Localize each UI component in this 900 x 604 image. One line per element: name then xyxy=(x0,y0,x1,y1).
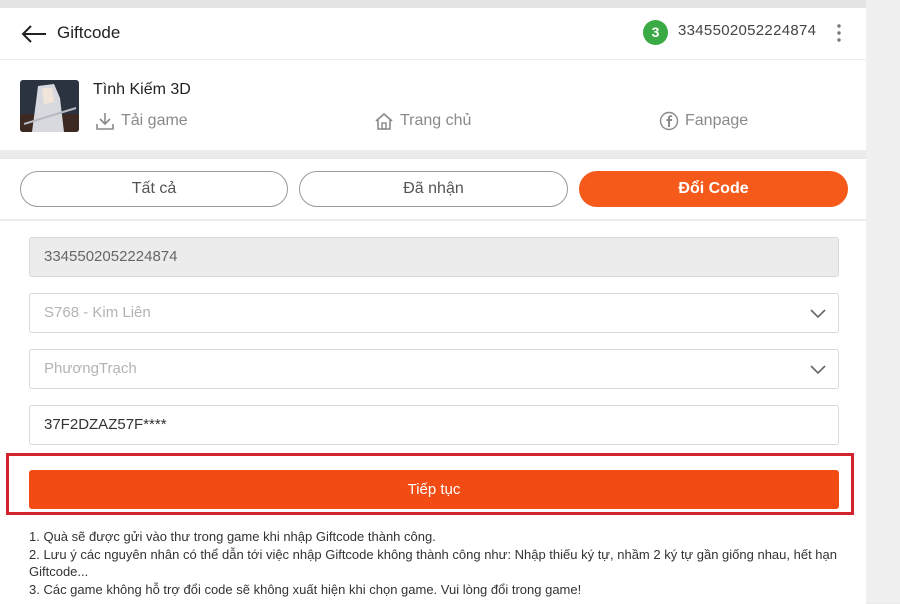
homepage-label: Trang chủ xyxy=(400,112,472,129)
game-info: Tình Kiếm 3D Tải game Trang chủ Fanpage xyxy=(0,60,866,150)
tab-all[interactable]: Tất cả xyxy=(20,171,288,207)
account-id-field: 3345502052224874 xyxy=(29,237,839,277)
download-game-link[interactable]: Tải game xyxy=(95,111,188,131)
back-arrow-icon[interactable] xyxy=(20,23,48,45)
homepage-link[interactable]: Trang chủ xyxy=(374,111,471,131)
tab-received[interactable]: Đã nhận xyxy=(299,171,568,207)
notification-badge[interactable]: 3 xyxy=(643,20,668,45)
home-icon xyxy=(375,112,393,130)
note-item: 2. Lưu ý các nguyên nhân có thể dẫn tới … xyxy=(29,546,837,580)
account-id: 3345502052224874 xyxy=(678,22,817,39)
fanpage-link[interactable]: Fanpage xyxy=(659,111,748,131)
top-strip xyxy=(0,0,900,8)
redeem-form: 3345502052224874 S768 - Kim Liên PhươngT… xyxy=(0,220,866,604)
server-select[interactable]: S768 - Kim Liên xyxy=(29,293,839,333)
page-title: Giftcode xyxy=(57,23,121,42)
chevron-down-icon xyxy=(810,365,826,375)
scroll-gutter xyxy=(866,0,900,603)
download-game-label: Tải game xyxy=(121,112,188,129)
giftcode-input[interactable]: 37F2DZAZ57F**** xyxy=(29,405,839,445)
continue-button[interactable]: Tiếp tục xyxy=(29,470,839,509)
facebook-icon xyxy=(659,111,679,131)
download-icon xyxy=(96,113,114,130)
chevron-down-icon xyxy=(810,309,826,319)
tab-redeem-code[interactable]: Đổi Code xyxy=(579,171,848,207)
header-bar: Giftcode 3 3345502052224874 xyxy=(0,8,866,60)
tab-bar: Tất cả Đã nhận Đổi Code xyxy=(0,158,866,219)
fanpage-label: Fanpage xyxy=(685,112,749,129)
notes-list: 1. Quà sẽ được gửi vào thư trong game kh… xyxy=(29,528,844,598)
character-select[interactable]: PhươngTrạch xyxy=(29,349,839,389)
game-thumbnail xyxy=(20,80,79,132)
note-item: 3. Các game không hỗ trợ đổi code sẽ khô… xyxy=(29,581,582,597)
character-select-value: PhươngTrạch xyxy=(44,360,137,377)
server-select-value: S768 - Kim Liên xyxy=(44,304,151,321)
note-item: 1. Quà sẽ được gửi vào thư trong game kh… xyxy=(29,529,436,544)
game-name: Tình Kiếm 3D xyxy=(93,81,191,98)
more-vertical-icon[interactable] xyxy=(834,20,844,46)
